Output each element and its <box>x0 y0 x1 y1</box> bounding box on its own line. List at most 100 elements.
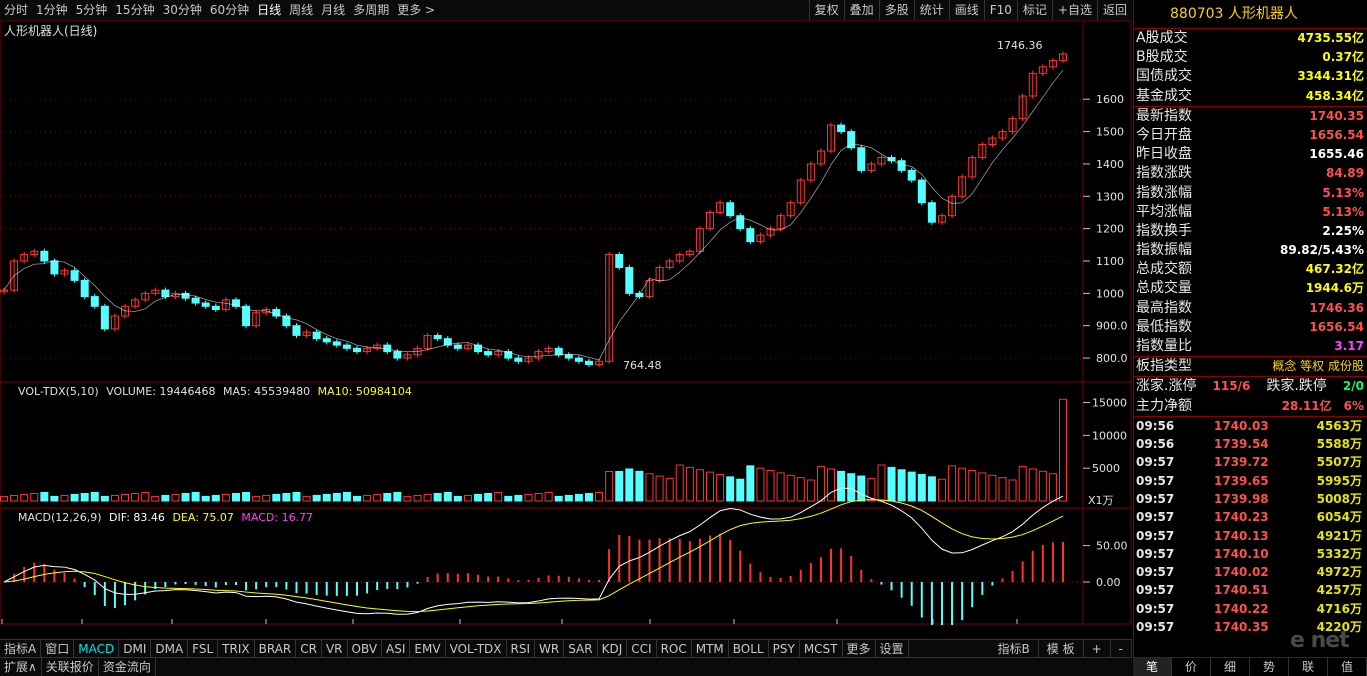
panel-tab-4[interactable]: 联 <box>1289 658 1328 676</box>
indicator-right-2[interactable]: + <box>1084 640 1111 658</box>
panel-tab-3[interactable]: 势 <box>1250 658 1289 676</box>
volume-bar <box>312 494 321 502</box>
tick-p: 1740.10 <box>1214 546 1269 561</box>
period-tab-0[interactable]: 分时 <box>0 0 32 20</box>
indicator-right-0[interactable]: 指标B <box>990 640 1039 658</box>
indicator-tab-24[interactable]: 更多 <box>843 640 876 658</box>
tool-button-2[interactable]: 多股 <box>878 0 914 20</box>
stat-value: 84.89 <box>1326 166 1364 181</box>
volume-bar <box>110 494 119 502</box>
volume-bar <box>484 492 493 502</box>
volume-bar <box>685 466 694 502</box>
tool-button-5[interactable]: F10 <box>983 0 1017 20</box>
kline-chart[interactable]: 1600 1500 1400 1300 1200 1100 1000 900.0 800.0 1… <box>0 20 1132 639</box>
chart-svg[interactable]: 1600 1500 1400 1300 1200 1100 1000 900.0 800.0 1… <box>0 20 1132 639</box>
macd-name: MACD(12,26,9) <box>18 511 102 524</box>
indicator-tab-20[interactable]: MTM <box>692 640 729 658</box>
indicator-tab-9[interactable]: VR <box>322 640 348 658</box>
period-tab-2[interactable]: 5分钟 <box>72 0 112 20</box>
chart-title: 人形机器人(日线) <box>4 24 97 38</box>
indicator-tab-15[interactable]: WR <box>535 640 565 658</box>
volume-bar <box>100 495 109 502</box>
tool-button-6[interactable]: 标记 <box>1016 0 1052 20</box>
candle-body <box>342 344 351 349</box>
period-tab-1[interactable]: 1分钟 <box>32 0 72 20</box>
tick-list[interactable]: 09:56 1740.03 4563万 09:56 1739.54 5588万 09:57 1… <box>1134 417 1367 637</box>
tool-button-4[interactable]: 画线 <box>948 0 984 20</box>
volume-bar <box>564 494 573 502</box>
indicator-tab-22[interactable]: PSY <box>769 640 800 658</box>
quote-panel: 880703 人形机器人 A股成交 4735.55亿 B股成交 0.37亿 国债成交 33… <box>1133 0 1367 675</box>
indicator-tab-12[interactable]: EMV <box>410 640 446 658</box>
indicator-tab-25[interactable]: 设置 <box>876 640 909 658</box>
bottom-tab-0[interactable]: 扩展∧ <box>0 658 42 676</box>
indicator-tab-19[interactable]: ROC <box>657 640 692 658</box>
tool-button-3[interactable]: 统计 <box>913 0 949 20</box>
volume-bar <box>716 473 725 502</box>
tick-p: 1739.72 <box>1214 455 1269 470</box>
up-value: 115/6 <box>1212 379 1251 394</box>
indicator-tab-2[interactable]: MACD <box>74 640 120 658</box>
volume-axis: 15000 10000 5000 <box>1083 397 1127 475</box>
period-tab-10[interactable]: 更多 > <box>393 0 439 20</box>
indicator-tab-23[interactable]: MCST <box>800 640 843 658</box>
volume-bar <box>827 468 836 502</box>
indicator-tab-5[interactable]: FSL <box>188 640 219 658</box>
stat-label: 指数量比 <box>1136 338 1192 354</box>
period-tab-4[interactable]: 30分钟 <box>159 0 206 20</box>
volume-bar <box>1059 398 1067 502</box>
volume-bar <box>20 493 29 502</box>
indicator-tab-21[interactable]: BOLL <box>729 640 769 658</box>
bottom-tab-1[interactable]: 关联报价 <box>42 658 99 676</box>
indicator-tab-14[interactable]: RSI <box>507 640 536 658</box>
tool-button-7[interactable]: +自选 <box>1051 0 1097 20</box>
period-tab-3[interactable]: 15分钟 <box>111 0 158 20</box>
panel-tab-1[interactable]: 价 <box>1172 658 1211 676</box>
stat-value: 1656.54 <box>1309 127 1364 142</box>
indicator-tab-1[interactable]: 窗口 <box>41 640 75 658</box>
indicator-right-1[interactable]: 模 板 <box>1039 640 1084 658</box>
tick-v: 5995万 <box>1316 473 1362 488</box>
index-stats: 最新指数 1740.35 今日开盘 1656.54 昨日收盘 1655.46 指数涨跌 84.… <box>1134 107 1367 358</box>
tick-row: 09:57 1740.51 4257万 <box>1134 581 1367 599</box>
period-tab-9[interactable]: 多周期 <box>349 0 393 20</box>
indicator-tab-17[interactable]: KDJ <box>598 640 628 658</box>
candles <box>0 51 1067 368</box>
indicator-tab-4[interactable]: DMA <box>151 640 189 658</box>
indicator-tabbar: 指标A 窗口 MACD DMI DMA FSL TRIX BRAR CR VR OBV ASI EMV V… <box>0 639 1132 658</box>
stat-value: 2.25% <box>1322 223 1364 238</box>
tool-button-8[interactable]: 返回 <box>1096 0 1132 20</box>
candle-body <box>453 344 462 349</box>
indicator-tab-0[interactable]: 指标A <box>0 640 42 658</box>
volume-bar <box>252 495 261 502</box>
period-tab-8[interactable]: 月线 <box>317 0 349 20</box>
indicator-tab-3[interactable]: DMI <box>119 640 152 658</box>
stat-row: 基金成交 458.34亿 <box>1134 87 1367 106</box>
volume-bar <box>695 469 704 502</box>
indicator-tab-13[interactable]: VOL-TDX <box>446 640 507 658</box>
tool-button-0[interactable]: 复权 <box>808 0 844 20</box>
indicator-right-3[interactable]: - <box>1111 640 1132 658</box>
panel-tab-0[interactable]: 笔 <box>1133 658 1172 676</box>
indicator-tab-6[interactable]: TRIX <box>218 640 255 658</box>
panel-tab-5[interactable]: 值 <box>1328 658 1367 676</box>
period-tab-5[interactable]: 60分钟 <box>206 0 253 20</box>
stat-value: 458.34亿 <box>1305 88 1364 103</box>
period-tab-7[interactable]: 周线 <box>285 0 317 20</box>
bottom-tab-2[interactable]: 资金流向 <box>99 658 156 676</box>
volume-bar <box>10 494 19 502</box>
indicator-tab-18[interactable]: CCI <box>627 640 657 658</box>
tick-v: 4921万 <box>1316 528 1362 543</box>
panel-tab-2[interactable]: 细 <box>1211 658 1250 676</box>
indicator-tab-11[interactable]: ASI <box>382 640 411 658</box>
volume-bar <box>80 492 89 502</box>
indicator-tab-8[interactable]: CR <box>296 640 322 658</box>
indicator-tab-7[interactable]: BRAR <box>255 640 297 658</box>
stat-value: 1746.36 <box>1309 300 1364 315</box>
indicator-tab-10[interactable]: OBV <box>348 640 383 658</box>
indicator-tab-16[interactable]: SAR <box>564 640 598 658</box>
macd-dif: DIF: 83.46 <box>109 511 165 524</box>
tool-button-1[interactable]: 叠加 <box>843 0 879 20</box>
period-tab-6[interactable]: 日线 <box>253 0 285 20</box>
type-values[interactable]: 概念 等权 成份股 <box>1272 357 1364 376</box>
